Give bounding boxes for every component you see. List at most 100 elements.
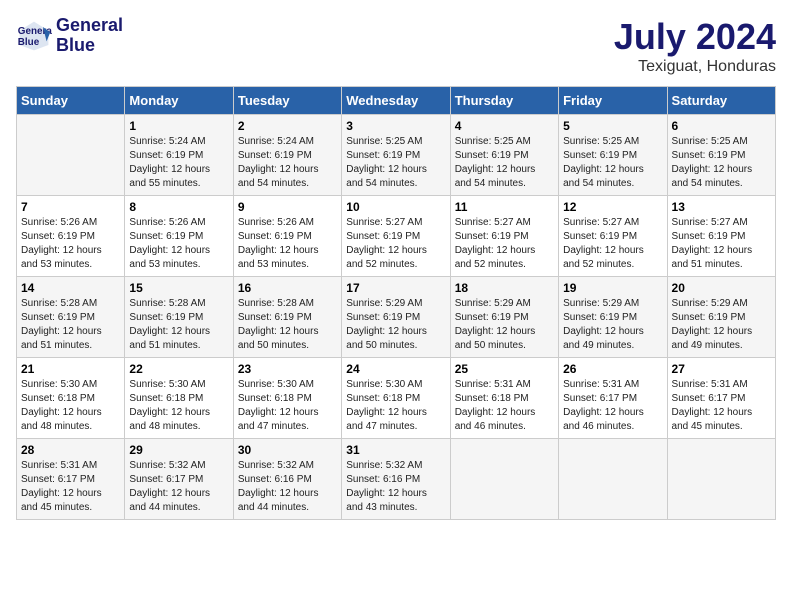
day-cell: 2Sunrise: 5:24 AMSunset: 6:19 PMDaylight…: [233, 115, 341, 196]
day-number: 12: [563, 200, 662, 214]
day-cell: 18 Sunrise: 5:29 AMSunset: 6:19 PMDayligh…: [450, 277, 558, 358]
day-number: 18: [455, 281, 554, 295]
day-info: Sunrise: 5:28 AMSunset: 6:19 PMDaylight:…: [21, 297, 120, 353]
day-info: Sunrise: 5:29 AMSunset: 6:19 PMDaylight:…: [563, 297, 662, 353]
day-info: Sunrise: 5:31 AMSunset: 6:17 PMDaylight:…: [21, 459, 120, 515]
weekday-header: Friday: [559, 87, 667, 115]
day-number: 16: [238, 281, 337, 295]
day-info: Sunrise: 5:29 AMSunset: 6:19 PMDaylight:…: [455, 297, 554, 353]
weekday-row: SundayMondayTuesdayWednesdayThursdayFrid…: [17, 87, 776, 115]
calendar-table: SundayMondayTuesdayWednesdayThursdayFrid…: [16, 86, 776, 520]
month-title: July 2024: [614, 16, 776, 58]
day-number: 31: [346, 443, 445, 457]
day-number: 11: [455, 200, 554, 214]
day-info: Sunrise: 5:31 AMSunset: 6:17 PMDaylight:…: [672, 378, 771, 434]
logo: General Blue General Blue: [16, 16, 123, 56]
day-cell: 25Sunrise: 5:31 AMSunset: 6:18 PMDayligh…: [450, 358, 558, 439]
day-number: 9: [238, 200, 337, 214]
day-info: Sunrise: 5:32 AMSunset: 6:17 PMDaylight:…: [129, 459, 228, 515]
day-info: Sunrise: 5:25 AMSunset: 6:19 PMDaylight:…: [455, 135, 554, 191]
day-cell: [17, 115, 125, 196]
day-info: Sunrise: 5:27 AMSunset: 6:19 PMDaylight:…: [455, 216, 554, 272]
day-number: 25: [455, 362, 554, 376]
day-cell: 30 Sunrise: 5:32 AMSunset: 6:16 PMDayligh…: [233, 439, 341, 520]
location-title: Texiguat, Honduras: [614, 58, 776, 76]
day-number: 27: [672, 362, 771, 376]
day-number: 7: [21, 200, 120, 214]
day-cell: 20 Sunrise: 5:29 AMSunset: 6:19 PMDayligh…: [667, 277, 775, 358]
logo-line2: Blue: [56, 36, 123, 56]
day-cell: [450, 439, 558, 520]
day-cell: 31 Sunrise: 5:32 AMSunset: 6:16 PMDayligh…: [342, 439, 450, 520]
day-cell: 4 Sunrise: 5:25 AMSunset: 6:19 PMDaylight…: [450, 115, 558, 196]
week-row: 1 Sunrise: 5:24 AMSunset: 6:19 PMDaylight…: [17, 115, 776, 196]
day-number: 21: [21, 362, 120, 376]
day-cell: 5 Sunrise: 5:25 AMSunset: 6:19 PMDaylight…: [559, 115, 667, 196]
week-row: 7 Sunrise: 5:26 AMSunset: 6:19 PMDaylight…: [17, 196, 776, 277]
logo-text: General Blue: [56, 16, 123, 56]
day-info: Sunrise: 5:26 AMSunset: 6:19 PMDaylight:…: [238, 216, 337, 272]
day-number: 4: [455, 119, 554, 133]
svg-text:Blue: Blue: [18, 37, 40, 48]
day-info: Sunrise: 5:30 AMSunset: 6:18 PMDaylight:…: [346, 378, 445, 434]
day-number: 10: [346, 200, 445, 214]
day-info: Sunrise: 5:28 AMSunset: 6:19 PMDaylight:…: [238, 297, 337, 353]
day-number: 28: [21, 443, 120, 457]
day-number: 6: [672, 119, 771, 133]
day-cell: 29 Sunrise: 5:32 AMSunset: 6:17 PMDayligh…: [125, 439, 233, 520]
day-number: 2: [238, 119, 337, 133]
day-number: 1: [129, 119, 228, 133]
day-number: 13: [672, 200, 771, 214]
day-cell: 24 Sunrise: 5:30 AMSunset: 6:18 PMDayligh…: [342, 358, 450, 439]
week-row: 21 Sunrise: 5:30 AMSunset: 6:18 PMDayligh…: [17, 358, 776, 439]
day-info: Sunrise: 5:25 AMSunset: 6:19 PMDaylight:…: [563, 135, 662, 191]
weekday-header: Saturday: [667, 87, 775, 115]
day-cell: 28 Sunrise: 5:31 AMSunset: 6:17 PMDayligh…: [17, 439, 125, 520]
day-info: Sunrise: 5:32 AMSunset: 6:16 PMDaylight:…: [238, 459, 337, 515]
logo-line1: General: [56, 16, 123, 36]
day-number: 29: [129, 443, 228, 457]
day-number: 26: [563, 362, 662, 376]
day-info: Sunrise: 5:25 AMSunset: 6:19 PMDaylight:…: [672, 135, 771, 191]
day-number: 19: [563, 281, 662, 295]
day-cell: 13 Sunrise: 5:27 AMSunset: 6:19 PMDayligh…: [667, 196, 775, 277]
day-cell: [667, 439, 775, 520]
day-cell: 22 Sunrise: 5:30 AMSunset: 6:18 PMDayligh…: [125, 358, 233, 439]
day-number: 20: [672, 281, 771, 295]
day-info: Sunrise: 5:30 AMSunset: 6:18 PMDaylight:…: [129, 378, 228, 434]
day-cell: 1 Sunrise: 5:24 AMSunset: 6:19 PMDaylight…: [125, 115, 233, 196]
day-info: Sunrise: 5:30 AMSunset: 6:18 PMDaylight:…: [238, 378, 337, 434]
day-number: 14: [21, 281, 120, 295]
day-info: Sunrise: 5:27 AMSunset: 6:19 PMDaylight:…: [563, 216, 662, 272]
calendar-header: SundayMondayTuesdayWednesdayThursdayFrid…: [17, 87, 776, 115]
day-cell: 27 Sunrise: 5:31 AMSunset: 6:17 PMDayligh…: [667, 358, 775, 439]
day-cell: 11 Sunrise: 5:27 AMSunset: 6:19 PMDayligh…: [450, 196, 558, 277]
day-number: 15: [129, 281, 228, 295]
day-info: Sunrise: 5:32 AMSunset: 6:16 PMDaylight:…: [346, 459, 445, 515]
day-info: Sunrise: 5:28 AMSunset: 6:19 PMDaylight:…: [129, 297, 228, 353]
day-info: Sunrise: 5:24 AMSunset: 6:19 PMDaylight:…: [129, 135, 228, 191]
day-info: Sunrise: 5:29 AMSunset: 6:19 PMDaylight:…: [672, 297, 771, 353]
week-row: 14 Sunrise: 5:28 AMSunset: 6:19 PMDayligh…: [17, 277, 776, 358]
day-number: 23: [238, 362, 337, 376]
day-cell: 10Sunrise: 5:27 AMSunset: 6:19 PMDayligh…: [342, 196, 450, 277]
day-info: Sunrise: 5:29 AMSunset: 6:19 PMDaylight:…: [346, 297, 445, 353]
day-cell: 8Sunrise: 5:26 AMSunset: 6:19 PMDaylight…: [125, 196, 233, 277]
day-cell: 7 Sunrise: 5:26 AMSunset: 6:19 PMDaylight…: [17, 196, 125, 277]
day-cell: 23 Sunrise: 5:30 AMSunset: 6:18 PMDayligh…: [233, 358, 341, 439]
day-number: 17: [346, 281, 445, 295]
weekday-header: Sunday: [17, 87, 125, 115]
day-number: 5: [563, 119, 662, 133]
title-area: July 2024 Texiguat, Honduras: [614, 16, 776, 76]
weekday-header: Wednesday: [342, 87, 450, 115]
day-cell: 6 Sunrise: 5:25 AMSunset: 6:19 PMDaylight…: [667, 115, 775, 196]
day-number: 22: [129, 362, 228, 376]
day-info: Sunrise: 5:25 AMSunset: 6:19 PMDaylight:…: [346, 135, 445, 191]
day-info: Sunrise: 5:26 AMSunset: 6:19 PMDaylight:…: [21, 216, 120, 272]
day-number: 30: [238, 443, 337, 457]
day-cell: 15 Sunrise: 5:28 AMSunset: 6:19 PMDayligh…: [125, 277, 233, 358]
weekday-header: Thursday: [450, 87, 558, 115]
day-number: 24: [346, 362, 445, 376]
day-info: Sunrise: 5:27 AMSunset: 6:19 PMDaylight:…: [672, 216, 771, 272]
day-cell: 3Sunrise: 5:25 AMSunset: 6:19 PMDaylight…: [342, 115, 450, 196]
